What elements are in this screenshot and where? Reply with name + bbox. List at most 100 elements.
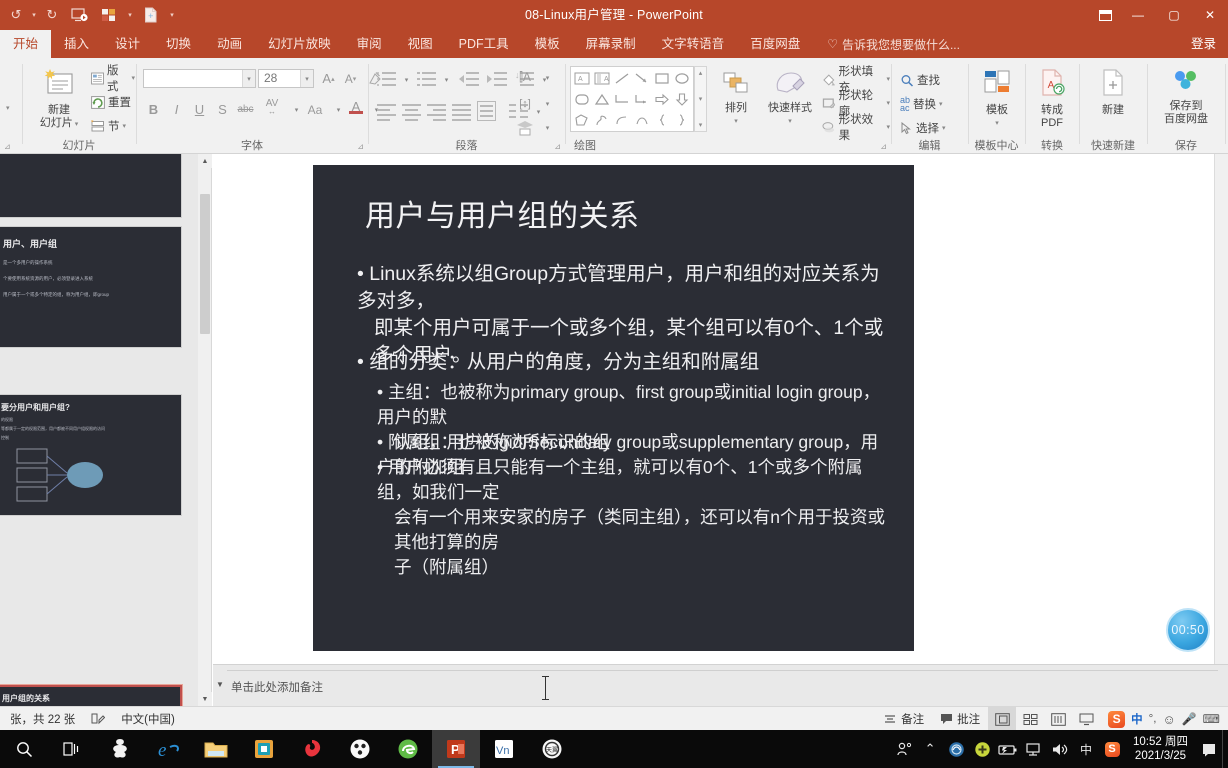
font-color-button[interactable]: A: [347, 98, 365, 117]
taskbar-file-explorer-icon[interactable]: [192, 730, 240, 768]
ime-emoji-icon[interactable]: ☺: [1162, 712, 1175, 727]
slide-bullet-2[interactable]: 组的分类：从用户的角度，分为主组和附属组: [357, 349, 887, 376]
find-button[interactable]: 查找: [900, 70, 940, 90]
reading-view-button[interactable]: [1044, 707, 1072, 731]
align-text-caret[interactable]: ▾: [538, 94, 557, 113]
notes-collapse-icon[interactable]: ▼: [213, 667, 227, 689]
arrange-button[interactable]: 排列 ▾: [714, 70, 758, 128]
shapes-scroll-down-icon[interactable]: ▾: [699, 95, 703, 103]
shape-oval-icon[interactable]: [672, 68, 692, 88]
slide-title[interactable]: 用户与用户组的关系: [365, 191, 640, 235]
replace-button[interactable]: ab ac 替换 ▾: [900, 94, 943, 114]
convert-to-smartart-icon[interactable]: [514, 118, 536, 137]
slide-thumbnail-4[interactable]: 用户组的关系 统以组Group方式管理用户，用户和组的对应关系为多对多， 用户可…: [0, 684, 183, 706]
bullets-button[interactable]: [377, 70, 397, 88]
maximize-button[interactable]: ▢: [1156, 0, 1192, 30]
taskbar-powerpoint-icon[interactable]: P: [432, 730, 480, 768]
tab-insert[interactable]: 插入: [51, 30, 102, 58]
tab-animations[interactable]: 动画: [204, 30, 255, 58]
shape-line-icon[interactable]: [612, 68, 632, 88]
tab-design[interactable]: 设计: [102, 30, 153, 58]
taskbar-media-player-icon[interactable]: [336, 730, 384, 768]
shapes-scroll-up-icon[interactable]: ▴: [699, 69, 703, 77]
bold-button[interactable]: B: [144, 100, 163, 119]
drawing-dialog-launcher[interactable]: ⊿: [880, 142, 887, 151]
shapes-gallery[interactable]: A A: [570, 66, 694, 132]
shape-arc-icon[interactable]: [632, 110, 652, 130]
ime-punctuation-icon[interactable]: °,: [1149, 713, 1157, 725]
taskbar-kingsoft-icon[interactable]: 天翼: [528, 730, 576, 768]
shape-right-arrow-icon[interactable]: [652, 89, 672, 109]
shape-elbow-arrow-icon[interactable]: [632, 89, 652, 109]
tab-pdf-tools[interactable]: PDF工具: [446, 30, 522, 58]
shape-elbow-connector-icon[interactable]: [612, 89, 632, 109]
save-to-baidu-netdisk-button[interactable]: 保存到 百度网盘: [1156, 68, 1216, 126]
tell-me-search[interactable]: ♡ 告诉我您想要做什么...: [813, 30, 960, 58]
quick-styles-button[interactable]: 快速样式 ▾: [762, 70, 818, 128]
font-name-combobox[interactable]: ▾: [143, 69, 256, 88]
font-size-caret[interactable]: ▾: [300, 70, 313, 87]
sign-in-link[interactable]: 登录: [1191, 30, 1216, 58]
shape-right-brace-icon[interactable]: [672, 110, 692, 130]
minimize-button[interactable]: —: [1120, 0, 1156, 30]
shape-rounded-rect-icon[interactable]: [572, 89, 592, 109]
taskbar-internet-explorer-icon[interactable]: e: [144, 730, 192, 768]
bullets-caret[interactable]: ▾: [397, 70, 416, 89]
ime-voice-icon[interactable]: 🎤: [1182, 712, 1197, 726]
change-case-caret[interactable]: ▾: [329, 100, 348, 119]
thumbnail-scroll-up-icon[interactable]: ▲: [198, 154, 212, 168]
text-direction-vertical-caret[interactable]: ▾: [538, 68, 557, 87]
tab-home[interactable]: 开始: [0, 30, 52, 58]
people-icon[interactable]: [891, 730, 917, 768]
convert-to-pdf-button[interactable]: A 转成 PDF: [1031, 68, 1073, 130]
align-center-button[interactable]: [402, 102, 422, 121]
thumbnail-pane-scrollbar[interactable]: ▲ ▼: [198, 154, 212, 706]
tab-view[interactable]: 视图: [395, 30, 446, 58]
shape-curve-icon[interactable]: [612, 110, 632, 130]
notes-input-area[interactable]: 单击此处添加备注: [227, 670, 1218, 703]
shape-textbox-icon[interactable]: A: [572, 68, 592, 88]
current-slide[interactable]: 用户与用户组的关系 Linux系统以组Group方式管理用户，用户和组的对应关系…: [313, 165, 914, 651]
template-button[interactable]: 模板 ▾: [975, 68, 1019, 130]
convert-to-smartart-caret[interactable]: ▾: [538, 118, 557, 137]
task-view-icon[interactable]: [48, 730, 96, 768]
update-icon[interactable]: [969, 730, 995, 768]
taskbar-clock[interactable]: 10:52 周四 2021/3/25: [1125, 735, 1196, 763]
ime-keyboard-icon[interactable]: ⌨: [1203, 712, 1220, 726]
tab-transitions[interactable]: 切换: [153, 30, 204, 58]
font-name-caret[interactable]: ▾: [242, 70, 255, 87]
slide-pane-scrollbar[interactable]: [1214, 154, 1228, 664]
search-icon[interactable]: [0, 730, 48, 768]
notes-pane[interactable]: 单击此处添加备注 ▼: [213, 664, 1228, 706]
character-spacing-button[interactable]: AV ↔: [259, 98, 285, 117]
decrease-font-size-button[interactable]: A ▾: [341, 69, 360, 88]
select-button[interactable]: 选择 ▾: [900, 118, 946, 138]
shape-outline-button[interactable]: 形状轮廓 ▾: [822, 90, 890, 118]
italic-button[interactable]: I: [167, 100, 186, 119]
font-size-combobox[interactable]: 28 ▾: [258, 69, 314, 88]
ime-mode-tray-icon[interactable]: 中: [1073, 730, 1099, 768]
proofing-icon[interactable]: [83, 707, 113, 731]
ribbon-display-options-icon[interactable]: [1090, 0, 1120, 30]
sogou-ime-icon[interactable]: S: [1108, 710, 1126, 728]
shape-scribble-icon[interactable]: [592, 110, 612, 130]
volume-icon[interactable]: [1047, 730, 1073, 768]
tab-text-to-speech[interactable]: 文字转语音: [649, 30, 738, 58]
close-button[interactable]: ✕: [1192, 0, 1228, 30]
paste-dropdown-caret[interactable]: ▾: [6, 98, 10, 118]
ime-status-area[interactable]: S 中 °, ☺ 🎤 ⌨: [1100, 707, 1228, 731]
shapes-gallery-more-icon[interactable]: ▾: [699, 121, 703, 129]
tab-slideshow[interactable]: 幻灯片放映: [255, 30, 344, 58]
font-dialog-launcher[interactable]: ⊿: [357, 142, 364, 151]
text-direction-vertical-icon[interactable]: ⫿A: [514, 68, 536, 87]
notes-toggle-button[interactable]: 备注: [876, 707, 932, 731]
clipboard-dialog-launcher[interactable]: ⊿: [4, 142, 11, 151]
ime-chinese-mode-icon[interactable]: 中: [1131, 711, 1143, 727]
thumbnail-scroll-down-icon[interactable]: ▼: [198, 692, 212, 706]
layout-button[interactable]: 版式 ▾: [91, 65, 135, 93]
shape-triangle-icon[interactable]: [592, 89, 612, 109]
tab-review[interactable]: 审阅: [344, 30, 395, 58]
taskbar-vmware-icon[interactable]: Vn: [480, 730, 528, 768]
shape-vertical-textbox-icon[interactable]: A: [592, 68, 612, 88]
recording-timer-badge[interactable]: 00:50: [1166, 608, 1210, 652]
